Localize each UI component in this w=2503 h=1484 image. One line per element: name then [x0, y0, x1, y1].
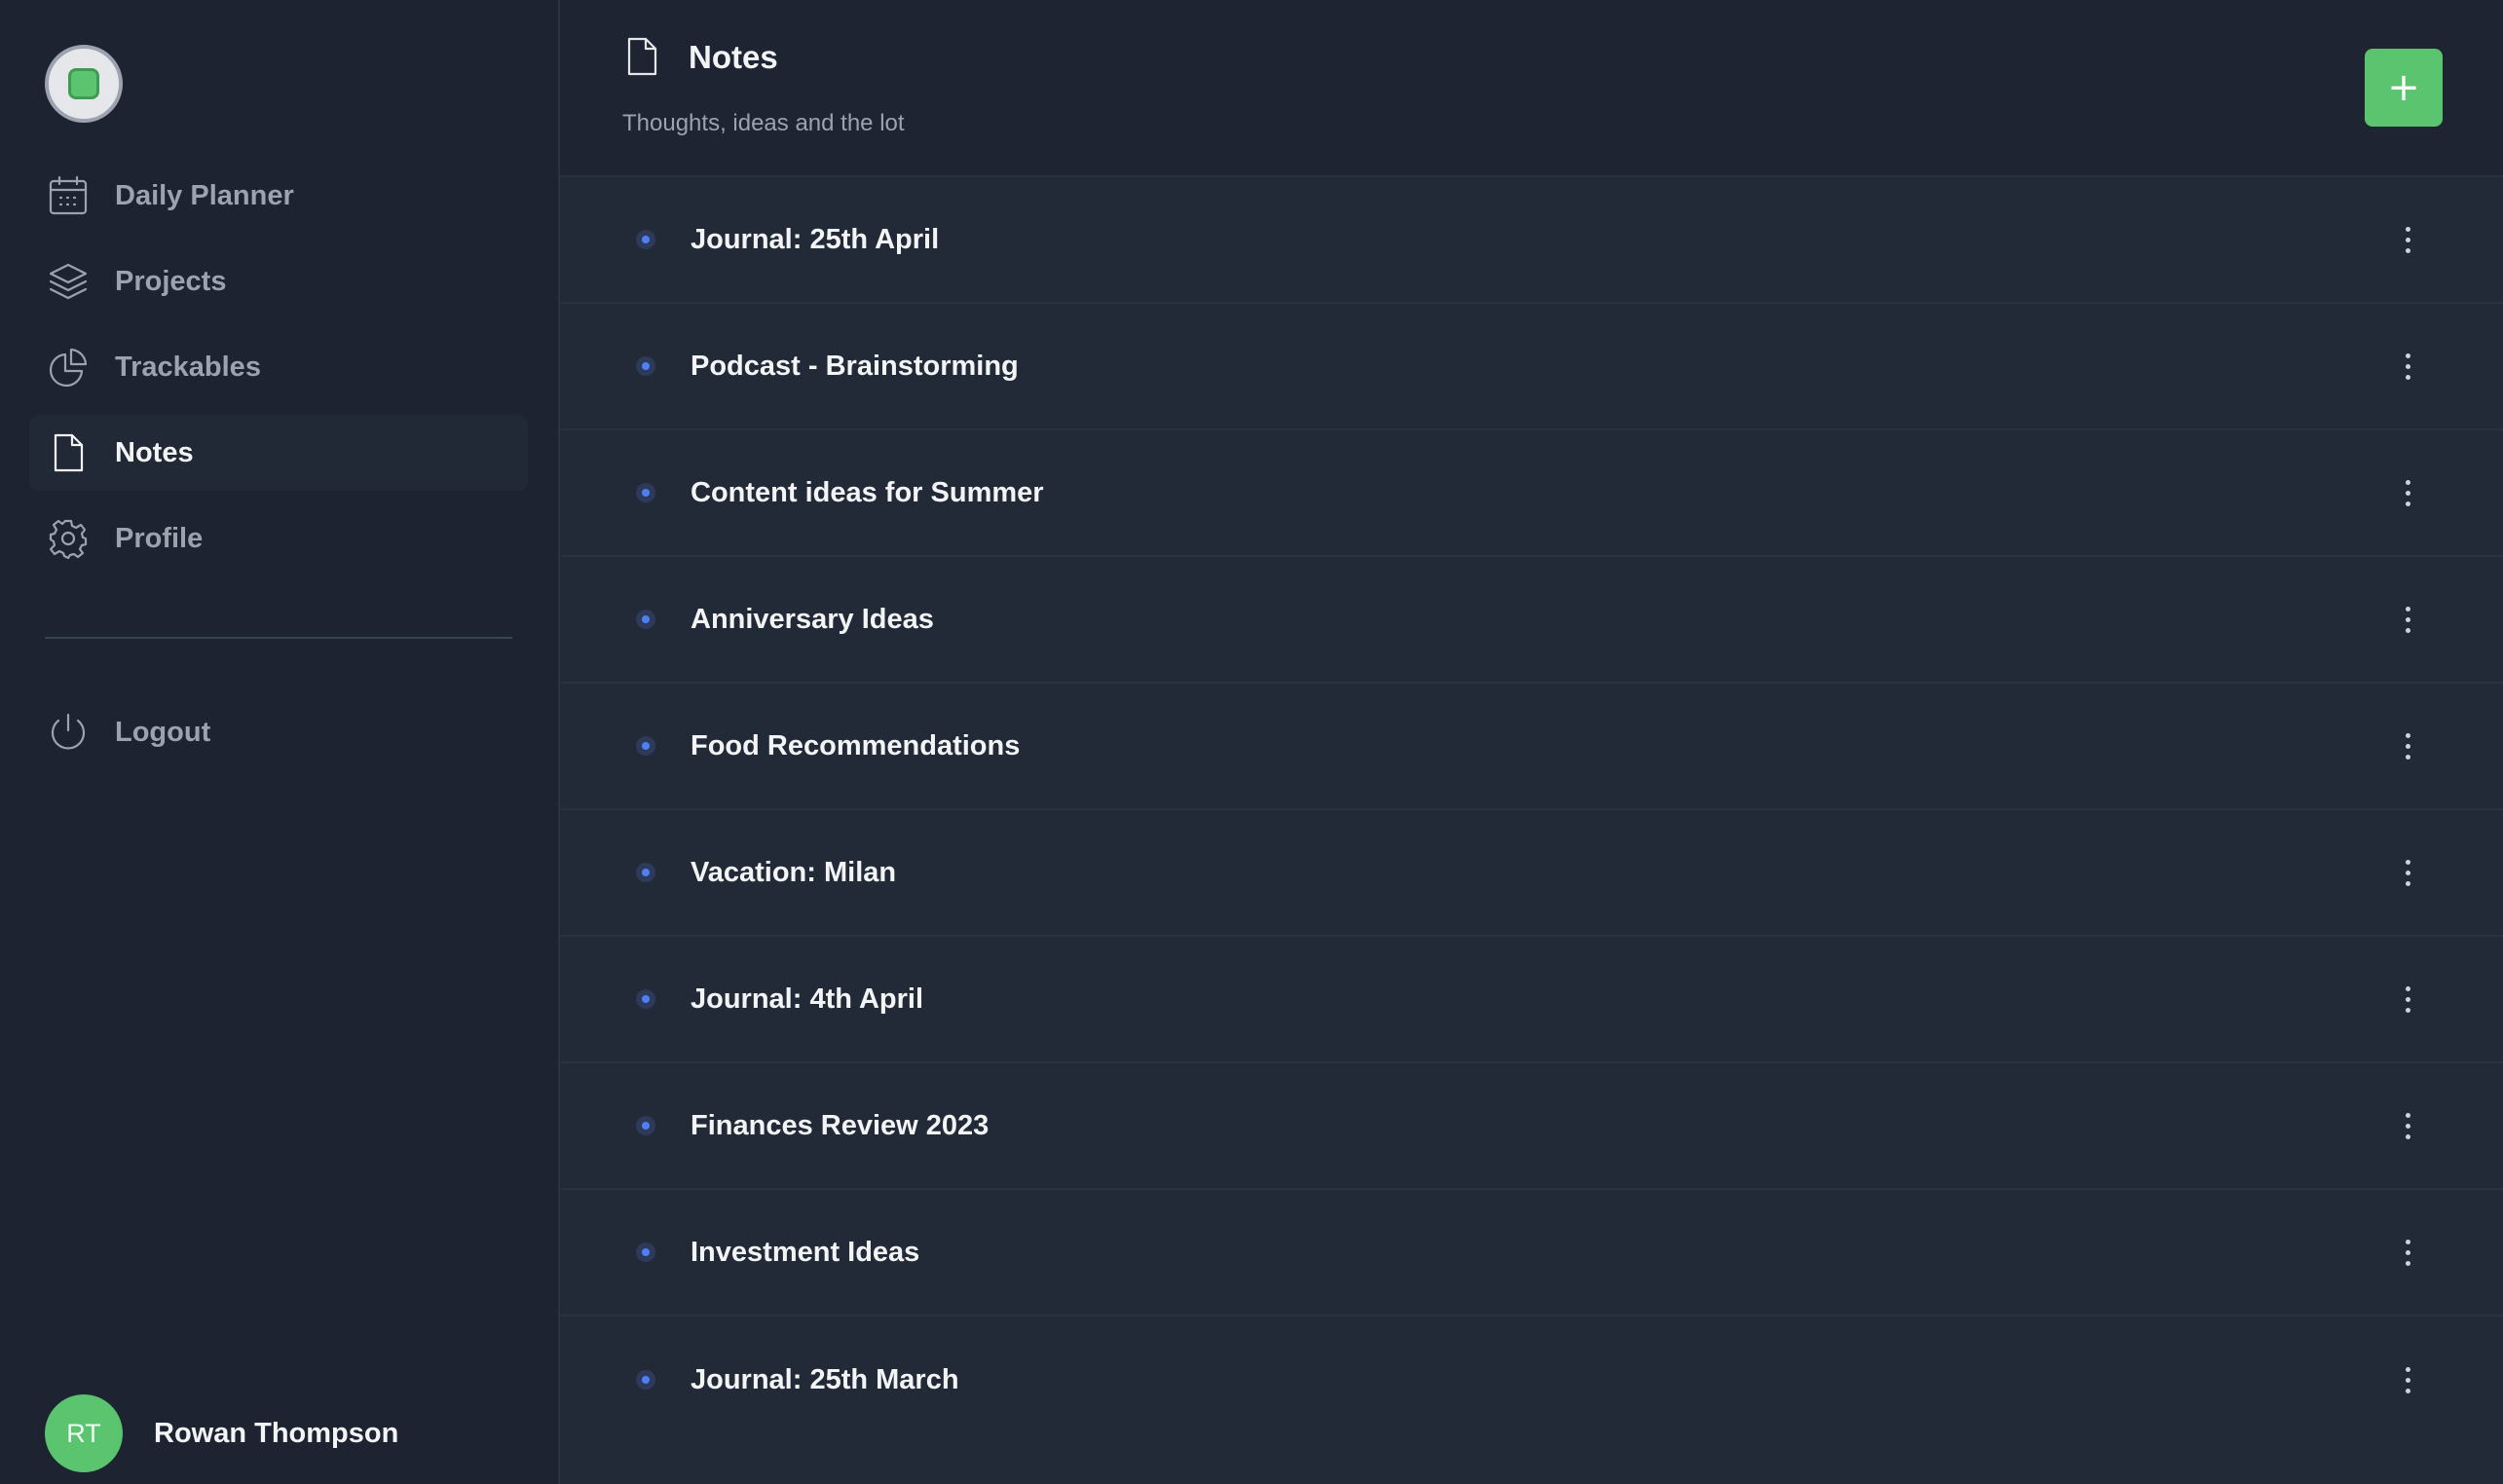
main-content: Notes Thoughts, ideas and the lot + Jour… — [560, 0, 2503, 1484]
list-item[interactable]: Journal: 25th April — [560, 177, 2503, 304]
sidebar-divider — [45, 637, 512, 639]
note-title: Food Recommendations — [691, 729, 1021, 761]
list-item[interactable]: Anniversary Ideas — [560, 557, 2503, 684]
list-item[interactable]: Journal: 4th April — [560, 937, 2503, 1063]
list-item[interactable]: Food Recommendations — [560, 684, 2503, 810]
note-title: Anniversary Ideas — [691, 603, 934, 635]
more-options-icon[interactable] — [2388, 595, 2427, 644]
bullet-icon — [636, 610, 655, 629]
bullet-icon — [636, 356, 655, 376]
logout-label: Logout — [115, 716, 211, 748]
bullet-icon — [636, 989, 655, 1009]
more-options-icon[interactable] — [2388, 342, 2427, 390]
more-options-icon[interactable] — [2388, 1228, 2427, 1277]
notes-list: Journal: 25th April Podcast - Brainstorm… — [560, 177, 2503, 1443]
bullet-icon — [636, 1370, 655, 1390]
sidebar: Daily Planner Projects Trackables Notes … — [0, 0, 560, 1484]
note-title: Podcast - Brainstorming — [691, 350, 1019, 382]
sidebar-item-label: Projects — [115, 265, 227, 297]
pie-chart-icon — [47, 346, 90, 389]
more-options-icon[interactable] — [2388, 1101, 2427, 1150]
page-header: Notes Thoughts, ideas and the lot + — [560, 0, 2503, 177]
bullet-icon — [636, 736, 655, 756]
sidebar-item-label: Profile — [115, 522, 204, 554]
add-note-button[interactable]: + — [2365, 49, 2443, 127]
note-title: Content ideas for Summer — [691, 476, 1044, 508]
list-item[interactable]: Content ideas for Summer — [560, 430, 2503, 557]
calendar-icon — [47, 174, 90, 217]
bullet-icon — [636, 1116, 655, 1135]
list-item[interactable]: Podcast - Brainstorming — [560, 304, 2503, 430]
list-item[interactable]: Finances Review 2023 — [560, 1063, 2503, 1190]
note-title: Journal: 4th April — [691, 983, 923, 1015]
logout-section: Logout — [29, 694, 528, 780]
sidebar-item-label: Trackables — [115, 351, 261, 383]
more-options-icon[interactable] — [2388, 1355, 2427, 1404]
sidebar-item-notes[interactable]: Notes — [29, 415, 528, 491]
document-icon — [620, 35, 663, 78]
page-title: Notes — [689, 39, 778, 75]
app: Daily Planner Projects Trackables Notes … — [0, 0, 2503, 1484]
sidebar-item-projects[interactable]: Projects — [29, 243, 528, 319]
avatar: RT — [45, 1394, 123, 1472]
bullet-icon — [636, 483, 655, 502]
note-title: Investment Ideas — [691, 1236, 920, 1268]
sidebar-item-label: Notes — [115, 436, 194, 468]
document-icon — [47, 431, 90, 474]
sidebar-item-profile[interactable]: Profile — [29, 501, 528, 576]
list-item[interactable]: Investment Ideas — [560, 1190, 2503, 1317]
user-profile[interactable]: RT Rowan Thompson — [45, 1394, 398, 1472]
user-name: Rowan Thompson — [154, 1417, 399, 1449]
more-options-icon[interactable] — [2388, 975, 2427, 1023]
sidebar-item-label: Daily Planner — [115, 179, 294, 211]
more-options-icon[interactable] — [2388, 468, 2427, 517]
note-title: Finances Review 2023 — [691, 1109, 990, 1141]
bullet-icon — [636, 863, 655, 882]
power-icon — [47, 711, 90, 754]
list-item[interactable]: Journal: 25th March — [560, 1317, 2503, 1443]
logout-button[interactable]: Logout — [29, 694, 528, 770]
list-item[interactable]: Vacation: Milan — [560, 810, 2503, 937]
more-options-icon[interactable] — [2388, 722, 2427, 770]
more-options-icon[interactable] — [2388, 215, 2427, 264]
note-title: Journal: 25th March — [691, 1363, 959, 1395]
sidebar-nav: Daily Planner Projects Trackables Notes … — [29, 158, 528, 586]
sidebar-item-trackables[interactable]: Trackables — [29, 329, 528, 405]
bullet-icon — [636, 1243, 655, 1262]
more-options-icon[interactable] — [2388, 848, 2427, 897]
sidebar-item-daily-planner[interactable]: Daily Planner — [29, 158, 528, 234]
logo-mark — [68, 68, 99, 99]
layers-icon — [47, 260, 90, 303]
page-subtitle: Thoughts, ideas and the lot — [622, 110, 905, 136]
note-title: Journal: 25th April — [691, 223, 940, 255]
note-title: Vacation: Milan — [691, 856, 897, 888]
gear-icon — [47, 517, 90, 560]
app-logo[interactable] — [45, 45, 123, 123]
bullet-icon — [636, 230, 655, 249]
